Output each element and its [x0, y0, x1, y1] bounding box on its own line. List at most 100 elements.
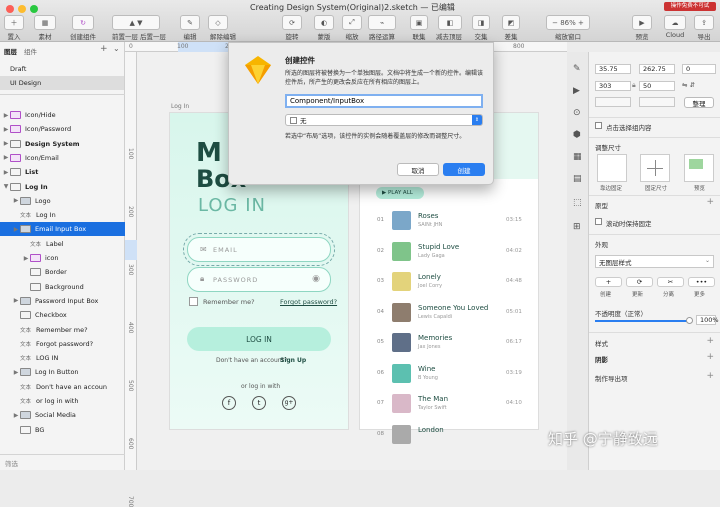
cancel-button[interactable]: 取消	[397, 163, 439, 176]
page-item-draft[interactable]: Draft	[0, 62, 125, 76]
layer-row[interactable]: ▶ icon	[0, 251, 125, 265]
opacity-slider-knob[interactable]	[686, 317, 693, 324]
edit-button[interactable]: ✎	[180, 15, 200, 30]
fix-size-widget[interactable]	[640, 154, 670, 182]
union-button[interactable]: ▣	[410, 15, 428, 30]
rotation-field[interactable]: 0	[682, 64, 716, 74]
layer-row[interactable]: ▶ Icon/Email	[0, 151, 125, 165]
inspect-tab-icon[interactable]: ⊙	[573, 108, 581, 118]
width-field[interactable]: 303	[595, 81, 631, 91]
layer-row[interactable]: ▶ Logo	[0, 194, 125, 208]
path-op-button[interactable]: ⌁	[368, 15, 396, 30]
opacity-field[interactable]: 100%	[696, 315, 719, 325]
song-row[interactable]: 02 Stupid Love Lady Gaga 04:02	[360, 240, 538, 268]
eye-icon[interactable]: ◉	[312, 274, 320, 284]
password-input-box[interactable]: 🔒︎ PASSWORD ◉	[187, 267, 331, 292]
layout-tab-icon[interactable]: ▤	[573, 174, 582, 184]
filter-field[interactable]: 筛选	[0, 454, 125, 470]
layer-row[interactable]: 文本 LOG IN	[0, 351, 125, 365]
mask-button[interactable]: ◐	[314, 15, 334, 30]
intersect-button[interactable]: ◨	[472, 15, 490, 30]
disclosure-icon[interactable]: ▶	[12, 369, 20, 376]
tidy-button[interactable]: 整理	[684, 97, 714, 108]
layer-row[interactable]: ▶ Social Media	[0, 408, 125, 422]
song-row[interactable]: 06 Wine B Young 03:19	[360, 362, 538, 390]
link-tab-icon[interactable]: ⬚	[573, 198, 582, 208]
add-prototype-icon[interactable]: +	[706, 197, 714, 207]
minimize-window-button[interactable]	[18, 5, 26, 13]
remember-checkbox[interactable]	[189, 297, 198, 306]
disclosure-icon[interactable]: ▶	[2, 112, 10, 119]
signup-link[interactable]: Sign Up	[280, 357, 306, 364]
disclosure-icon[interactable]: ▶	[12, 197, 20, 204]
layout-select[interactable]: 无 ⇕	[285, 114, 483, 126]
layer-row[interactable]: ▶ Email Input Box	[0, 222, 125, 237]
add-export-icon[interactable]: +	[706, 371, 714, 381]
y-field[interactable]: 262.75	[639, 64, 675, 74]
forgot-password-link[interactable]: Forgot password?	[280, 298, 337, 306]
email-input-box[interactable]: ✉ EMAIL	[183, 233, 335, 266]
song-row[interactable]: 07 The Man Taylor Swift 04:10	[360, 392, 538, 420]
login-button[interactable]: LOG IN	[187, 327, 331, 351]
export-button[interactable]: ⇪	[694, 15, 714, 30]
pin-edges-widget[interactable]	[597, 154, 627, 182]
layer-order-buttons[interactable]: ▲ ▼	[112, 15, 160, 30]
create-style-button[interactable]: +	[595, 277, 622, 287]
layer-row[interactable]: ▶ List	[0, 165, 125, 179]
flip-icons[interactable]: ⇋ ⇵	[682, 81, 716, 91]
lock-ratio-icon[interactable]: 🔒︎	[632, 81, 636, 90]
x-field-2[interactable]	[595, 97, 631, 107]
layer-row[interactable]: 文本 Remember me?	[0, 323, 125, 337]
add-shadow-icon[interactable]: +	[706, 352, 714, 362]
song-row[interactable]: 01 Roses SAINt JHN 03:15	[360, 209, 538, 237]
google-plus-icon[interactable]: g+	[282, 396, 296, 410]
disclosure-icon[interactable]: ▶	[2, 169, 10, 176]
layer-style-select[interactable]: 无图层样式 ⌄	[595, 255, 714, 268]
layer-row[interactable]: ▶ Password Input Box	[0, 294, 125, 308]
zoom-control[interactable]: − 86% +	[546, 15, 590, 30]
disclosure-icon[interactable]: ▶	[12, 297, 20, 304]
twitter-icon[interactable]: t	[252, 396, 266, 410]
create-button[interactable]: 创建	[443, 163, 485, 176]
difference-button[interactable]: ◩	[502, 15, 520, 30]
disclosure-icon[interactable]: ▶	[12, 412, 20, 419]
song-row[interactable]: 05 Memories Jax Jones 06:17	[360, 331, 538, 359]
transform-button[interactable]: ◇	[208, 15, 228, 30]
facebook-icon[interactable]: f	[222, 396, 236, 410]
close-window-button[interactable]	[6, 5, 14, 13]
prototype-tab-icon[interactable]: ▶	[573, 86, 580, 96]
update-style-button[interactable]: ⟳	[626, 277, 653, 287]
opacity-slider[interactable]	[595, 320, 689, 322]
disclosure-icon[interactable]: ▶	[22, 255, 30, 262]
image-tab-icon[interactable]: ⊞	[573, 222, 581, 232]
x-field[interactable]: 35.75	[595, 64, 631, 74]
song-row[interactable]: 08 London	[360, 423, 538, 451]
layer-row[interactable]: Border	[0, 265, 125, 279]
y-field-2[interactable]	[639, 97, 675, 107]
layer-row[interactable]: 文本 Don't have an accoun	[0, 380, 125, 394]
tab-layers[interactable]: 图层	[4, 46, 17, 56]
artboard-title-login[interactable]: Log In	[171, 103, 189, 110]
symbol-name-input[interactable]	[285, 94, 483, 108]
cloud-button[interactable]: ☁	[664, 15, 686, 30]
disclosure-icon[interactable]: ▶	[2, 126, 10, 133]
more-style-button[interactable]: •••	[688, 277, 715, 287]
layer-row[interactable]: Background	[0, 280, 125, 294]
subtract-button[interactable]: ◧	[438, 15, 462, 30]
layer-row[interactable]: ▶ Icon/Hide	[0, 108, 125, 122]
plugin-tab-icon[interactable]: ⬢	[573, 130, 581, 140]
height-field[interactable]: 50	[639, 81, 675, 91]
layer-row[interactable]: 文本 or log in with	[0, 394, 125, 408]
disclosure-icon[interactable]: ▼	[2, 183, 10, 190]
rotate-button[interactable]: ⟳	[282, 15, 302, 30]
collapse-icon[interactable]: ⌄	[113, 44, 120, 53]
scale-button[interactable]: ⤢	[342, 15, 362, 30]
disclosure-icon[interactable]: ▶	[12, 226, 20, 233]
tab-components[interactable]: 组件	[24, 46, 37, 56]
layer-row[interactable]: BG	[0, 423, 125, 437]
layer-row[interactable]: ▼ Log In	[0, 180, 125, 194]
layer-row[interactable]: 文本 Log In	[0, 208, 125, 222]
layer-row[interactable]: 文本 Label	[0, 237, 125, 251]
song-row[interactable]: 04 Someone You Loved Lewis Capaldi 05:01	[360, 301, 538, 329]
preview-button[interactable]: ▶	[632, 15, 652, 30]
